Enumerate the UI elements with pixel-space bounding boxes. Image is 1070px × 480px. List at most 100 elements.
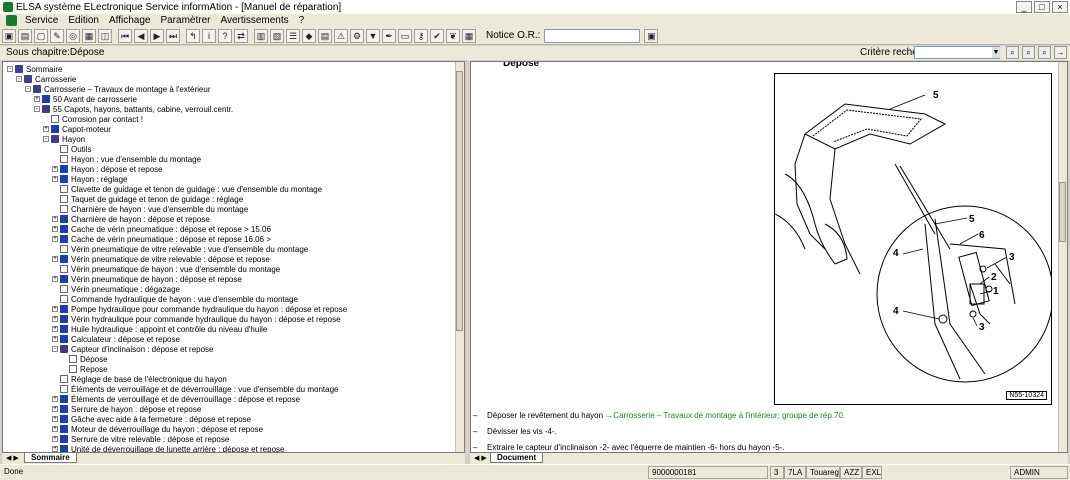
search-options-icon[interactable]: ⌕ <box>1038 46 1051 59</box>
collapse-icon[interactable]: - <box>52 346 58 352</box>
menu-affichage[interactable]: Affichage <box>105 15 157 26</box>
tree-item[interactable]: Clavette de guidage et tenon de guidage … <box>52 184 322 194</box>
page-icon[interactable]: ▢ <box>34 28 48 43</box>
previous-icon[interactable]: ◀ <box>134 28 148 43</box>
key-icon[interactable]: ⚷ <box>414 28 428 43</box>
expand-icon[interactable]: + <box>52 236 58 242</box>
tree-item[interactable]: + Huile hydraulique : appoint et contrôle… <box>52 324 267 334</box>
collapse-icon[interactable]: - <box>16 76 22 82</box>
print-icon[interactable]: ▤ <box>18 28 32 43</box>
expand-icon[interactable]: + <box>52 396 58 402</box>
instruction-link[interactable]: →Carrosserie – Travaux de montage à l'in… <box>605 411 845 420</box>
tree-item[interactable]: + Pompe hydraulique pour commande hydraul… <box>52 304 347 314</box>
expand-icon[interactable]: + <box>52 326 58 332</box>
collapse-icon[interactable]: - <box>43 136 49 142</box>
notice-or-input[interactable] <box>544 28 641 43</box>
tree-item[interactable]: + Unité de déverrouillage de lunette arri… <box>52 444 284 452</box>
pen-icon[interactable]: ✒ <box>382 28 396 43</box>
expand-icon[interactable]: + <box>52 426 58 432</box>
question-icon[interactable]: ? <box>218 28 232 43</box>
tree-item[interactable]: + Moteur de déverrouillage du hayon : dép… <box>52 424 263 434</box>
document-icon[interactable]: ▤ <box>318 28 332 43</box>
edit-icon[interactable]: ✎ <box>50 28 64 43</box>
tree-item[interactable]: +50 Avant de carrosserie <box>34 94 137 104</box>
list-icon[interactable]: ☰ <box>286 28 300 43</box>
checklist-icon[interactable]: ✔ <box>430 28 444 43</box>
tree-item[interactable]: + Hayon : dépose et repose <box>52 164 163 174</box>
up-level-icon[interactable]: ↰ <box>186 28 200 43</box>
menu-parametrer[interactable]: Paramètrer <box>156 15 216 26</box>
tree-scroll-thumb[interactable] <box>456 71 463 331</box>
expand-icon[interactable]: + <box>52 316 58 322</box>
collapse-icon[interactable]: - <box>7 66 13 72</box>
search-forward-icon[interactable]: → <box>1054 46 1067 59</box>
tree-item[interactable]: + Hayon : réglage <box>52 174 127 184</box>
tree-item[interactable]: + Serrure de vitre relevable : dépose et … <box>52 434 229 444</box>
notice-search-icon[interactable]: ▣ <box>644 28 659 43</box>
tree-item[interactable]: Charnière de hayon : vue d'ensemble du m… <box>52 204 248 214</box>
tab-sommaire[interactable]: Sommaire <box>24 453 77 463</box>
tree-item[interactable]: + Serrure de hayon : dépose et repose <box>52 404 201 414</box>
tree-item[interactable]: - Capteur d'inclinaison : dépose et repos… <box>52 344 214 354</box>
expand-icon[interactable]: + <box>52 226 58 232</box>
tab-document[interactable]: Document <box>490 453 544 463</box>
tree-item[interactable]: Dépose <box>61 354 108 364</box>
tree-item[interactable]: - Carrosserie <box>16 74 76 84</box>
tool-icon[interactable]: ◆ <box>302 28 316 43</box>
close-button[interactable]: × <box>1052 1 1068 13</box>
expand-icon[interactable]: + <box>52 436 58 442</box>
expand-icon[interactable]: + <box>52 166 58 172</box>
tree-item[interactable]: + Cache de vérin pneumatique : dépose et … <box>52 224 271 234</box>
zoom-icon[interactable]: ◎ <box>66 28 80 43</box>
maximize-button[interactable]: □ <box>1034 1 1050 13</box>
new-icon[interactable]: ▣ <box>2 28 16 43</box>
tree-item[interactable]: Réglage de base de l'électronique du hay… <box>52 374 227 384</box>
tree-item[interactable]: - Sommaire <box>7 64 62 74</box>
expand-icon[interactable]: + <box>43 126 49 132</box>
tree-scrollbar[interactable] <box>455 62 464 452</box>
tree-item[interactable]: + Vérin hydraulique pour commande hydraul… <box>52 314 341 324</box>
tree-item[interactable]: + Calculateur : dépose et repose <box>52 334 180 344</box>
criteria-dropdown-icon[interactable]: ▼ <box>992 47 1000 58</box>
collapse-icon[interactable]: - <box>34 106 40 112</box>
tree-item[interactable]: + Vérin pneumatique de hayon : dépose et … <box>52 274 242 284</box>
tree-item[interactable]: - Hayon <box>43 134 85 144</box>
expand-icon[interactable]: + <box>52 446 58 452</box>
menu-help[interactable]: ? <box>295 15 311 26</box>
schema-icon[interactable]: ▧ <box>270 28 284 43</box>
search-next-icon[interactable]: ⌕ <box>1022 46 1035 59</box>
vehicle-icon[interactable]: ▭ <box>398 28 412 43</box>
car-icon[interactable]: ◫ <box>98 28 112 43</box>
tree-item[interactable]: Éléments de verrouillage et de déverroui… <box>52 384 338 394</box>
tree-item[interactable]: + Charnière de hayon : dépose et repose <box>52 214 210 224</box>
menu-service[interactable]: Service <box>21 15 64 26</box>
expand-icon[interactable]: + <box>52 276 58 282</box>
expand-icon[interactable]: + <box>52 216 58 222</box>
expand-icon[interactable]: + <box>34 96 40 102</box>
document-scroll-thumb[interactable] <box>1059 182 1066 242</box>
tree-item[interactable]: Repose <box>61 364 108 374</box>
tree-item[interactable]: + Éléments de verrouillage et de déverrou… <box>52 394 300 404</box>
tree-item[interactable]: Outils <box>52 144 91 154</box>
next-icon[interactable]: ▶ <box>150 28 164 43</box>
tree-item[interactable]: + Gâche avec aide à la fermeture : dépose… <box>52 414 251 424</box>
collapse-icon[interactable]: - <box>25 86 31 92</box>
first-page-icon[interactable]: ⏮ <box>118 28 132 43</box>
minimize-button[interactable]: _ <box>1016 1 1032 13</box>
warning-icon[interactable]: ⚠ <box>334 28 348 43</box>
tree-item[interactable]: + Capot-moteur <box>43 124 111 134</box>
doc-tab-nav-arrows[interactable]: ◀ ▶ <box>474 454 487 462</box>
tree-item[interactable]: Taquet de guidage et tenon de guidage : … <box>52 194 243 204</box>
tree-item[interactable]: Vérin pneumatique : dégazage <box>52 284 180 294</box>
document-scrollbar[interactable] <box>1058 62 1067 452</box>
tree-item[interactable]: - Carrosserie – Travaux de montage à l'ex… <box>25 84 211 94</box>
settings-icon[interactable]: ⚙ <box>350 28 364 43</box>
tree-item[interactable]: Hayon : vue d'ensemble du montage <box>52 154 201 164</box>
tree-item[interactable]: - 55 Capots, hayons, battants, cabine, ve… <box>34 104 233 114</box>
leaf-icon[interactable]: ❦ <box>446 28 460 43</box>
criteria-input[interactable] <box>914 46 1000 59</box>
expand-icon[interactable]: + <box>52 256 58 262</box>
expand-icon[interactable]: + <box>52 336 58 342</box>
manual-icon[interactable]: ▥ <box>254 28 268 43</box>
tree-item[interactable]: Corrosion par contact ! <box>43 114 143 124</box>
